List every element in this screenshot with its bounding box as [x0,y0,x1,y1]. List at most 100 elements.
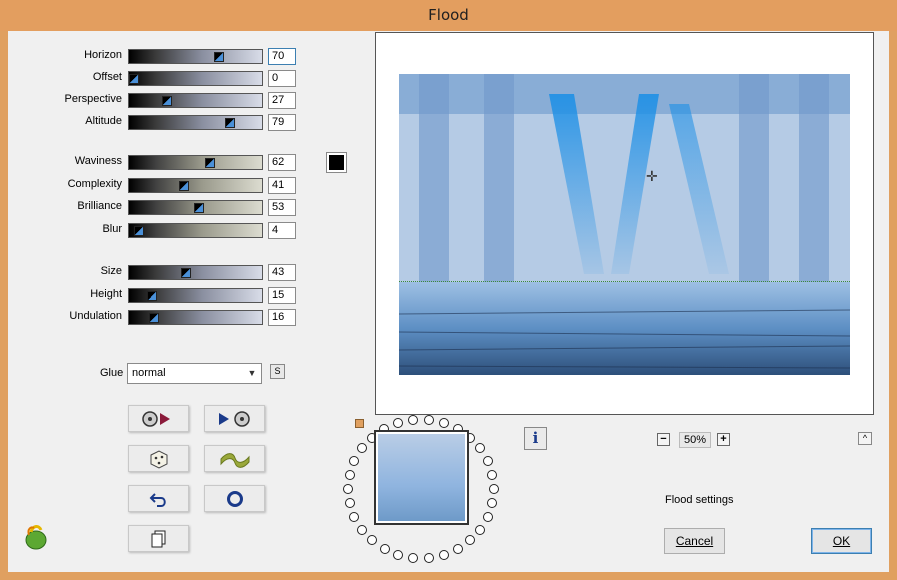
complexity-value-input[interactable]: 41 [268,177,296,194]
reset-button[interactable] [204,485,265,512]
perspective-slider-thumb[interactable] [162,96,172,106]
height-label: Height [90,288,122,300]
info-button[interactable]: i [524,427,547,450]
dice-icon [150,449,167,469]
play-disc-icon [218,410,250,427]
size-label: Size [100,265,122,277]
size-slider[interactable] [128,265,263,280]
color-swatch[interactable] [326,152,347,173]
randomize-button[interactable] [128,445,189,472]
horizon-slider[interactable] [128,49,263,64]
collapse-button[interactable]: ^ [858,432,872,445]
navigator-ring-dot [424,415,434,425]
window-title: Flood [0,0,897,31]
altitude-value-input[interactable]: 79 [268,114,296,131]
height-value-input[interactable]: 15 [268,287,296,304]
height-slider[interactable] [128,288,263,303]
height-slider-thumb[interactable] [147,291,157,301]
undulation-slider-thumb[interactable] [149,313,159,323]
offset-slider[interactable] [128,71,263,86]
waviness-slider-thumb[interactable] [205,158,215,168]
settings-label: Flood settings [665,494,734,506]
offset-label: Offset [92,71,122,83]
preview-panel: ✛ [375,32,874,415]
dialog-body: Horizon 70 Offset 0 Perspective 27 Altitude 79 W… [8,31,889,572]
slider-row-offset: Offset 0 [8,70,308,87]
zoom-in-button[interactable]: + [717,433,730,446]
ok-button[interactable]: OK [811,528,872,554]
navigator-handle[interactable] [355,419,364,428]
navigator-ring-dot [357,443,367,453]
navigator-ring-dot [483,512,493,522]
navigator-ring-dot [343,484,353,494]
slider-row-perspective: Perspective 27 [8,92,308,109]
blur-label: Blur [102,223,122,235]
navigator-ring-dot [367,535,377,545]
disc-play-icon [141,410,170,427]
navigator-ring-dot [487,470,497,480]
wave-button[interactable] [204,445,265,472]
waviness-slider[interactable] [128,155,263,170]
copy-button[interactable] [128,525,189,552]
size-slider-thumb[interactable] [181,268,191,278]
complexity-slider[interactable] [128,178,263,193]
perspective-value-input[interactable]: 27 [268,92,296,109]
cancel-button[interactable]: Cancel [664,528,725,554]
navigator-ring-dot [380,544,390,554]
slider-row-waviness: Waviness 62 [8,154,308,171]
slider-row-undulation: Undulation 16 [8,309,308,326]
offset-value-input[interactable]: 0 [268,70,296,87]
blur-slider[interactable] [128,223,263,238]
altitude-slider[interactable] [128,115,263,130]
navigator-thumbnail[interactable] [374,430,469,525]
crosshair-cursor-icon: ✛ [646,168,658,184]
brilliance-value-input[interactable]: 53 [268,199,296,216]
horizon-value-input[interactable]: 70 [268,48,296,65]
undo-button[interactable] [128,485,189,512]
size-value-input[interactable]: 43 [268,264,296,281]
slider-row-brilliance: Brilliance 53 [8,199,308,216]
slider-row-size: Size 43 [8,264,308,281]
navigator-thumbnail-image [378,434,465,521]
brilliance-label: Brilliance [77,200,122,212]
navigator-ring-dot [489,484,499,494]
perspective-slider[interactable] [128,93,263,108]
ring-icon [226,490,243,507]
navigator-ring-dot [465,535,475,545]
load-preset-button[interactable] [128,405,189,432]
altitude-slider-thumb[interactable] [225,118,235,128]
complexity-slider-thumb[interactable] [179,181,189,191]
navigator-ring-dot [345,470,355,480]
blur-slider-thumb[interactable] [134,226,144,236]
preview-image[interactable]: ✛ [399,74,850,375]
horizon-guide[interactable] [399,281,850,282]
navigator-ring-dot [345,498,355,508]
slider-row-height: Height 15 [8,287,308,304]
cancel-button-label: Cancel [675,534,714,548]
waviness-value-input[interactable]: 62 [268,154,296,171]
chevron-down-icon: ▼ [247,368,257,378]
undulation-label: Undulation [69,310,122,322]
save-preset-button[interactable] [204,405,265,432]
navigator-ring-dot [453,544,463,554]
undulation-slider[interactable] [128,310,263,325]
navigator-ring-dot [475,525,485,535]
waviness-label: Waviness [74,155,122,167]
navigator-ring-dot [349,456,359,466]
complexity-label: Complexity [67,178,122,190]
navigator-ring-dot [483,456,493,466]
brilliance-slider[interactable] [128,200,263,215]
blur-value-input[interactable]: 4 [268,222,296,239]
zoom-out-button[interactable]: − [657,433,670,446]
slider-row-complexity: Complexity 41 [8,177,308,194]
glue-s-button[interactable]: S [270,364,285,379]
undo-icon [149,492,166,507]
navigator-ring-dot [439,550,449,560]
glue-select[interactable]: normal ▼ [127,363,262,384]
navigator-ring-dot [393,550,403,560]
slider-row-blur: Blur 4 [8,222,308,239]
brilliance-slider-thumb[interactable] [194,203,204,213]
horizon-slider-thumb[interactable] [214,52,224,62]
undulation-value-input[interactable]: 16 [268,309,296,326]
offset-slider-thumb[interactable] [129,74,139,84]
